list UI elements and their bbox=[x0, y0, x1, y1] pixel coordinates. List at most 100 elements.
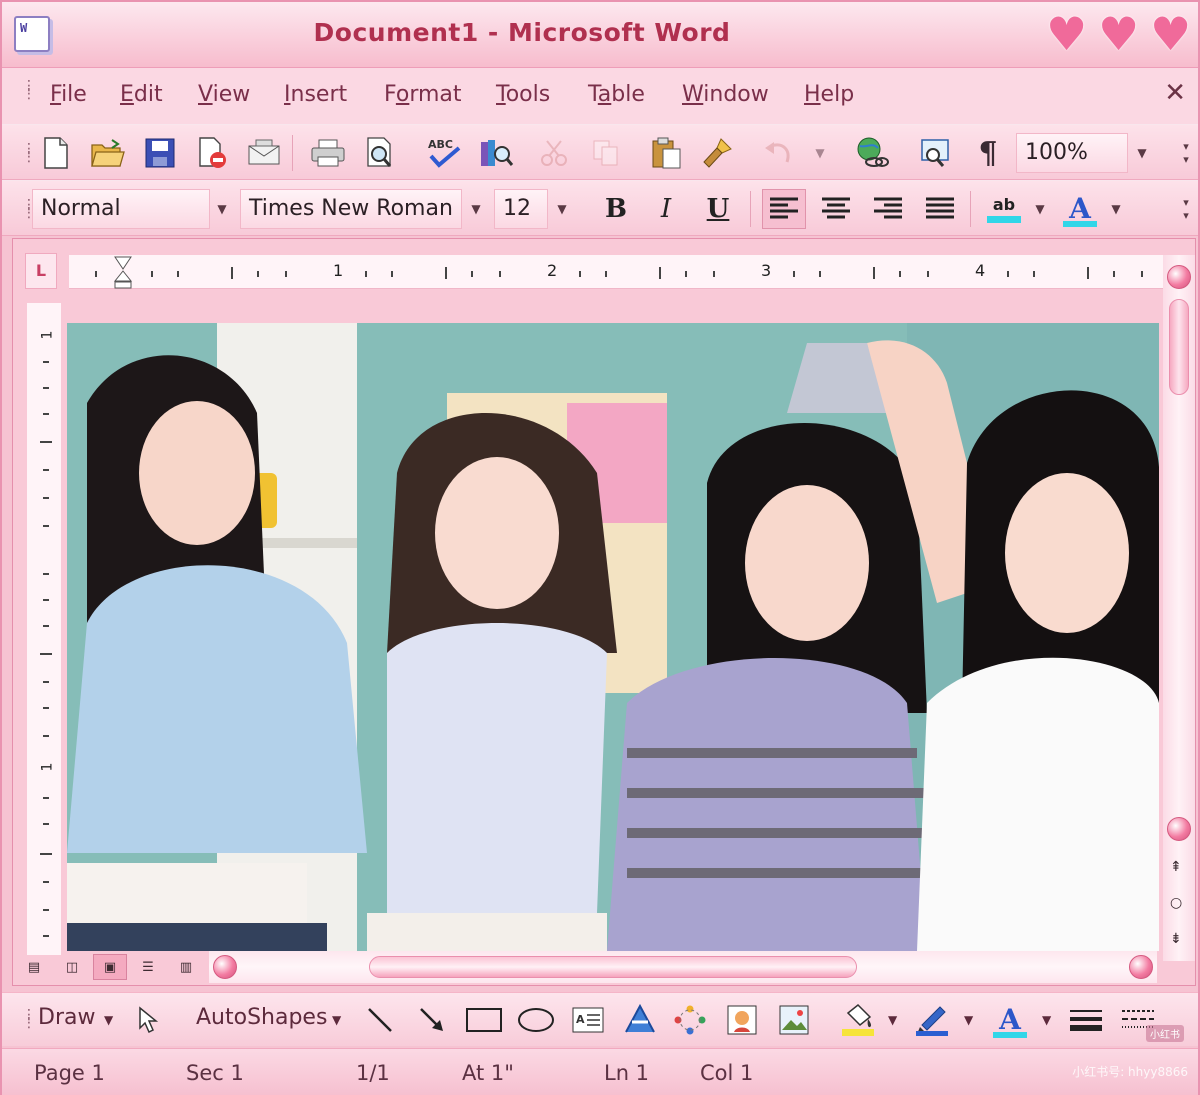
font-dropdown-icon[interactable]: ▼ bbox=[464, 189, 488, 229]
insert-diagram-button[interactable] bbox=[670, 1001, 710, 1039]
toolbar-grip-icon[interactable]: ⋮ ⋮ bbox=[22, 198, 36, 220]
save-button[interactable] bbox=[140, 133, 180, 173]
toolbar-grip-icon[interactable]: ⋮ ⋮ bbox=[22, 142, 36, 164]
select-browse-object-icon[interactable]: ○ bbox=[1170, 895, 1182, 911]
vertical-scrollbar[interactable]: ⇞ ○ ⇟ bbox=[1163, 255, 1195, 961]
fill-color-button[interactable] bbox=[838, 1001, 878, 1039]
scroll-right-button[interactable] bbox=[1129, 955, 1153, 979]
menu-format[interactable]: Format bbox=[384, 82, 462, 107]
previous-page-icon[interactable]: ⇞ bbox=[1170, 859, 1182, 875]
select-objects-button[interactable] bbox=[128, 1001, 168, 1039]
reading-layout-view-icon[interactable]: ▥ bbox=[169, 954, 203, 980]
scroll-left-button[interactable] bbox=[213, 955, 237, 979]
normal-view-icon[interactable]: ▤ bbox=[17, 954, 51, 980]
undo-button[interactable] bbox=[758, 133, 798, 173]
heart-icon[interactable]: ♥ bbox=[1150, 11, 1196, 57]
text-box-button[interactable]: A bbox=[568, 1001, 608, 1039]
format-painter-button[interactable] bbox=[698, 133, 738, 173]
insert-hyperlink-button[interactable] bbox=[852, 133, 892, 173]
inserted-photo[interactable] bbox=[67, 323, 1159, 951]
outline-view-icon[interactable]: ☰ bbox=[131, 954, 165, 980]
scroll-down-button[interactable] bbox=[1167, 817, 1191, 841]
toolbar-options-icon[interactable]: ▾ ▾ bbox=[1174, 189, 1198, 229]
justify-button[interactable] bbox=[918, 189, 962, 229]
scroll-up-button[interactable] bbox=[1167, 265, 1191, 289]
toolbar-options-icon[interactable]: ▾ ▾ bbox=[1174, 133, 1198, 173]
research-button[interactable] bbox=[476, 133, 516, 173]
undo-dropdown-icon[interactable]: ▼ bbox=[808, 133, 832, 173]
font-select[interactable]: Times New Roman bbox=[240, 189, 462, 229]
bold-button[interactable]: B bbox=[594, 189, 638, 229]
italic-button[interactable]: I bbox=[644, 189, 688, 229]
draw-menu-button[interactable]: Draw bbox=[38, 1005, 95, 1030]
highlight-button[interactable]: ab bbox=[982, 189, 1026, 229]
underline-button[interactable]: U bbox=[696, 189, 740, 229]
print-layout-view-icon[interactable]: ▣ bbox=[93, 954, 127, 980]
align-center-button[interactable] bbox=[814, 189, 858, 229]
close-document-icon[interactable]: ✕ bbox=[1164, 78, 1186, 108]
style-dropdown-icon[interactable]: ▼ bbox=[210, 189, 234, 229]
menu-help[interactable]: Help bbox=[804, 82, 854, 107]
highlight-dropdown-icon[interactable]: ▼ bbox=[1028, 189, 1052, 229]
zoom-select[interactable]: 100% bbox=[1016, 133, 1128, 173]
permission-button[interactable] bbox=[192, 133, 232, 173]
zoom-dropdown-icon[interactable]: ▼ bbox=[1130, 133, 1154, 173]
align-left-button[interactable] bbox=[762, 189, 806, 229]
paste-button[interactable] bbox=[646, 133, 686, 173]
heart-icon[interactable]: ♥ bbox=[1046, 11, 1092, 57]
tab-selector[interactable]: L bbox=[25, 253, 57, 289]
draw-dropdown-icon[interactable]: ▼ bbox=[104, 1013, 113, 1027]
line-button[interactable] bbox=[360, 1001, 400, 1039]
autoshapes-menu-button[interactable]: AutoShapes bbox=[196, 1005, 327, 1030]
font-color-dropdown-icon[interactable]: ▼ bbox=[1104, 189, 1128, 229]
ruler-tick bbox=[43, 573, 49, 575]
menu-file[interactable]: File bbox=[50, 82, 87, 107]
heart-icon[interactable]: ♥ bbox=[1098, 11, 1144, 57]
draw-font-color-button[interactable]: A bbox=[990, 1001, 1030, 1039]
insert-clip-art-button[interactable] bbox=[722, 1001, 762, 1039]
toolbar-grip-icon[interactable]: ⋮ ⋮ bbox=[22, 1008, 36, 1030]
text-box-icon: A bbox=[572, 1007, 604, 1033]
copy-button[interactable] bbox=[586, 133, 626, 173]
arrow-button[interactable] bbox=[412, 1001, 452, 1039]
autoshapes-dropdown-icon[interactable]: ▼ bbox=[332, 1013, 341, 1027]
toolbar-grip-icon[interactable]: ⋮ ⋮ bbox=[22, 79, 36, 101]
horizontal-ruler[interactable]: 1 2 3 4 bbox=[69, 255, 1169, 289]
open-button[interactable] bbox=[88, 133, 128, 173]
horizontal-scrollbar[interactable] bbox=[209, 951, 1157, 983]
tables-and-borders-button[interactable] bbox=[916, 133, 956, 173]
draw-font-color-dropdown-icon[interactable]: ▼ bbox=[1042, 1013, 1051, 1027]
line-color-dropdown-icon[interactable]: ▼ bbox=[964, 1013, 973, 1027]
align-right-button[interactable] bbox=[866, 189, 910, 229]
font-size-dropdown-icon[interactable]: ▼ bbox=[550, 189, 574, 229]
line-style-button[interactable] bbox=[1066, 1001, 1106, 1039]
new-document-button[interactable] bbox=[36, 133, 76, 173]
horizontal-scroll-thumb[interactable] bbox=[369, 956, 857, 978]
style-select[interactable]: Normal bbox=[32, 189, 210, 229]
show-hide-formatting-button[interactable]: ¶ bbox=[968, 133, 1008, 173]
web-layout-view-icon[interactable]: ◫ bbox=[55, 954, 89, 980]
line-color-button[interactable] bbox=[912, 1001, 952, 1039]
next-page-icon[interactable]: ⇟ bbox=[1170, 931, 1182, 947]
spelling-button[interactable]: ABC bbox=[424, 133, 464, 173]
indent-marker-icon[interactable] bbox=[113, 255, 133, 289]
vertical-scroll-thumb[interactable] bbox=[1169, 299, 1189, 395]
print-button[interactable] bbox=[308, 133, 348, 173]
menu-table[interactable]: Table bbox=[588, 82, 645, 107]
font-size-select[interactable]: 12 bbox=[494, 189, 548, 229]
menu-view[interactable]: View bbox=[198, 82, 250, 107]
cut-button[interactable] bbox=[534, 133, 574, 173]
insert-picture-button[interactable] bbox=[774, 1001, 814, 1039]
menu-edit[interactable]: Edit bbox=[120, 82, 163, 107]
oval-button[interactable] bbox=[516, 1001, 556, 1039]
menu-window[interactable]: Window bbox=[682, 82, 769, 107]
font-color-button[interactable]: A bbox=[1058, 189, 1102, 229]
print-preview-button[interactable] bbox=[360, 133, 400, 173]
insert-wordart-button[interactable] bbox=[620, 1001, 660, 1039]
rectangle-button[interactable] bbox=[464, 1001, 504, 1039]
fill-color-dropdown-icon[interactable]: ▼ bbox=[888, 1013, 897, 1027]
email-button[interactable] bbox=[244, 133, 284, 173]
menu-insert[interactable]: Insert bbox=[284, 82, 347, 107]
menu-tools[interactable]: Tools bbox=[496, 82, 550, 107]
vertical-ruler[interactable]: 1 1 bbox=[27, 303, 61, 955]
